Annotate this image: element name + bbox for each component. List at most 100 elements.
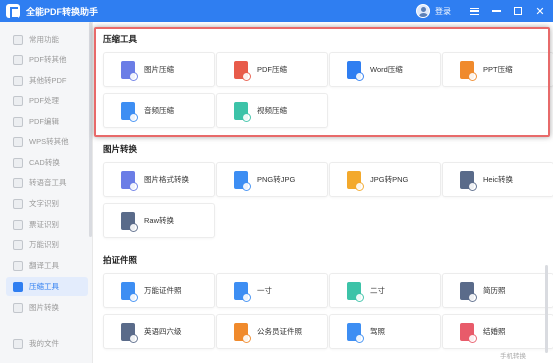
tool-card[interactable]: 驾照	[329, 314, 441, 349]
tool-card[interactable]: Word压缩	[329, 52, 441, 87]
sidebar-item[interactable]: 翻译工具	[6, 256, 88, 275]
tool-card-label: 简历照	[483, 286, 506, 295]
tool-card[interactable]: 图片格式转换	[103, 162, 215, 197]
star-icon	[13, 34, 23, 45]
tool-card-label: PNG转JPG	[257, 175, 296, 184]
sidebar-scrollbar[interactable]	[89, 22, 92, 237]
tool-card[interactable]: 简历照	[442, 273, 553, 308]
sidebar-item[interactable]: PDF处理	[6, 91, 88, 110]
tool-card[interactable]: 英语四六级	[103, 314, 215, 349]
sidebar-item-label: 转语音工具	[29, 178, 67, 187]
sidebar-item[interactable]: 压缩工具	[6, 277, 88, 296]
sidebar-item-label: 票证识别	[29, 220, 59, 229]
image-compress-icon	[121, 60, 138, 81]
section-title-compress: 压缩工具	[103, 34, 138, 44]
tool-card[interactable]: 一寸	[216, 273, 328, 308]
tool-card[interactable]: Heic转换	[442, 162, 553, 197]
tool-card[interactable]: 二寸	[329, 273, 441, 308]
audio-compress-icon	[121, 101, 138, 122]
sidebar-item[interactable]: WPS转其他	[6, 132, 88, 151]
pdf-edit-icon	[13, 116, 23, 127]
close-icon: ✕	[535, 5, 545, 18]
sidebar-item-label: PDF处理	[29, 96, 59, 105]
login-button[interactable]: 登录	[435, 6, 451, 17]
tool-card[interactable]: PNG转JPG	[216, 162, 328, 197]
sidebar-item-label: 压缩工具	[29, 282, 59, 291]
sidebar-item[interactable]: PDF转其他	[6, 50, 88, 69]
sidebar-item[interactable]: CAD转换	[6, 153, 88, 172]
pdf-process-icon	[13, 95, 23, 106]
main-scrollbar[interactable]	[545, 265, 548, 353]
sidebar-item[interactable]: 票证识别	[6, 215, 88, 234]
sidebar-item-label: 翻译工具	[29, 261, 59, 270]
tool-card[interactable]: 万能证件照	[103, 273, 215, 308]
menu-icon	[469, 7, 479, 15]
sidebar-item[interactable]: 文字识别	[6, 194, 88, 213]
one-inch-icon	[234, 281, 251, 302]
tool-card-label: PDF压缩	[257, 65, 287, 74]
sidebar-item-label: 其他转PDF	[29, 76, 67, 85]
tool-card-label: 公务员证件照	[257, 327, 302, 336]
minimize-icon	[491, 10, 501, 12]
tool-card[interactable]: 图片压缩	[103, 52, 215, 87]
tool-card-label: PPT压缩	[483, 65, 513, 74]
scan-icon	[13, 239, 23, 250]
voice-icon	[13, 177, 23, 188]
sidebar-item[interactable]: 我的文件	[6, 334, 88, 353]
wps-icon	[13, 136, 23, 147]
ticket-icon	[13, 219, 23, 230]
tool-card[interactable]: PDF压缩	[216, 52, 328, 87]
tool-card-label: 视频压缩	[257, 106, 287, 115]
tool-card[interactable]: 音频压缩	[103, 93, 215, 128]
tool-card-label: Word压缩	[370, 65, 403, 74]
app-title: 全能PDF转换助手	[26, 6, 99, 17]
tool-card[interactable]: PPT压缩	[442, 52, 553, 87]
sidebar-item-label: 图片转换	[29, 303, 59, 312]
cet-icon	[121, 322, 138, 343]
id-photo-icon	[121, 281, 138, 302]
minimize-button[interactable]	[487, 2, 505, 20]
tool-card[interactable]: JPG转PNG	[329, 162, 441, 197]
mobile-convert-link[interactable]: 手机转换	[500, 350, 526, 360]
resume-photo-icon	[460, 281, 477, 302]
tool-card-label: JPG转PNG	[370, 175, 409, 184]
section-title-id-photo: 拍证件照	[103, 255, 138, 265]
tool-card-label: 万能证件照	[144, 286, 182, 295]
tool-card[interactable]: 公务员证件照	[216, 314, 328, 349]
tool-card-label: 音频压缩	[144, 106, 174, 115]
sidebar-item[interactable]: 转语音工具	[6, 173, 88, 192]
two-inch-icon	[347, 281, 364, 302]
tool-card-label: 结婚照	[483, 327, 506, 336]
wedding-photo-icon	[460, 322, 477, 343]
image-format-icon	[121, 170, 138, 191]
tool-card[interactable]: 视频压缩	[216, 93, 328, 128]
sidebar-item[interactable]: 其他转PDF	[6, 71, 88, 90]
driver-license-icon	[347, 322, 364, 343]
sidebar-item-label: PDF编辑	[29, 117, 59, 126]
ocr-icon	[13, 198, 23, 209]
user-avatar-icon[interactable]	[416, 4, 430, 18]
maximize-button[interactable]	[509, 2, 527, 20]
tool-card[interactable]: Raw转换	[103, 203, 215, 238]
tool-card[interactable]: 结婚照	[442, 314, 553, 349]
pdf-export-icon	[13, 54, 23, 65]
sidebar-item[interactable]: 图片转换	[6, 298, 88, 317]
compress-icon	[13, 281, 23, 292]
sidebar-item-label: WPS转其他	[29, 137, 69, 146]
sidebar-item-label: CAD转换	[29, 158, 60, 167]
sidebar-item[interactable]: 常用功能	[6, 30, 88, 49]
cad-icon	[13, 157, 23, 168]
menu-button[interactable]	[465, 2, 483, 20]
translate-icon	[13, 260, 23, 271]
close-button[interactable]: ✕	[531, 2, 549, 20]
sidebar-item-label: 文字识别	[29, 199, 59, 208]
jpg-to-png-icon	[347, 170, 364, 191]
sidebar-item-label: 常用功能	[29, 35, 59, 44]
section-title-image-convert: 图片转换	[103, 144, 138, 154]
title-bar-controls: 登录 ✕	[416, 0, 553, 22]
sidebar-item[interactable]: 万能识别	[6, 235, 88, 254]
video-compress-icon	[234, 101, 251, 122]
tool-card-label: 图片压缩	[144, 65, 174, 74]
pdf-compress-icon	[234, 60, 251, 81]
sidebar-item[interactable]: PDF编辑	[6, 112, 88, 131]
